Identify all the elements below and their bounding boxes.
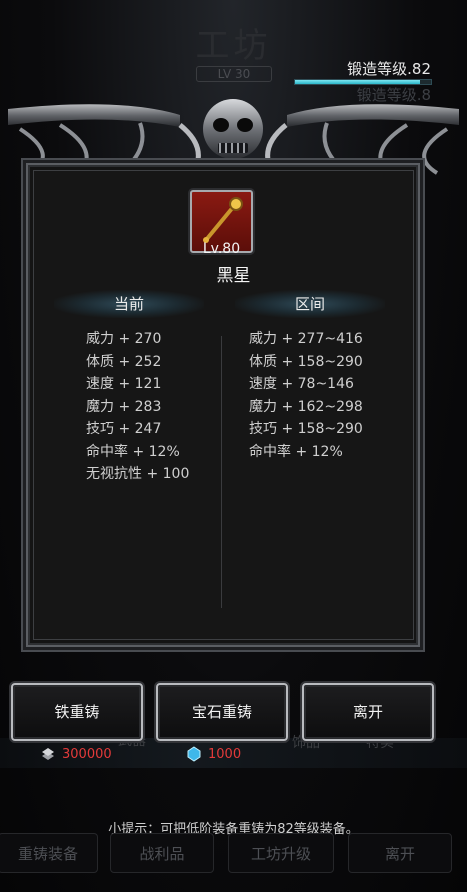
stat-line: 命中率 + 12%: [86, 443, 180, 460]
iron-ingot-icon: [42, 748, 54, 760]
tab-recast-equipment[interactable]: 重铸装备: [0, 833, 98, 873]
gem-cost: 1000: [208, 747, 242, 762]
gem-recast-button[interactable]: 宝石重铸: [156, 683, 288, 741]
background-level: LV 30: [196, 66, 272, 82]
range-column-header: 区间: [235, 290, 385, 318]
stat-line: 命中率 + 12%: [249, 443, 343, 460]
stat-line: 魔力 + 283: [86, 398, 162, 415]
stat-line: 技巧 + 247: [86, 421, 162, 437]
current-stats-list: 威力 + 270 体质 + 252 速度 + 121 魔力 + 283 技巧 +…: [86, 328, 189, 486]
current-column-header: 当前: [54, 290, 204, 318]
tab-leave[interactable]: 离开: [348, 833, 452, 873]
stat-line: 速度 + 78~146: [249, 376, 354, 392]
stat-line: 威力 + 277~416: [249, 331, 363, 347]
stat-line: 体质 + 252: [86, 353, 162, 370]
stat-line: 威力 + 270: [86, 331, 162, 347]
stat-line: 魔力 + 162~298: [249, 398, 363, 415]
iron-recast-button[interactable]: 铁重铸: [11, 683, 143, 741]
column-divider: [221, 336, 222, 608]
stat-line: 技巧 + 158~290: [249, 421, 363, 437]
stat-line: 速度 + 121: [86, 376, 162, 392]
forge-level-label: 锻造等级.82: [347, 60, 431, 78]
iron-cost: 300000: [62, 747, 112, 762]
gem-icon: [187, 746, 201, 762]
leave-button[interactable]: 离开: [302, 683, 434, 741]
stat-line: 体质 + 158~290: [249, 353, 363, 370]
tab-workshop-upgrade[interactable]: 工坊升级: [228, 833, 334, 873]
stat-line: 无视抗性 + 100: [86, 466, 190, 482]
item-name: 黑星: [216, 266, 251, 286]
range-stats-list: 威力 + 277~416 体质 + 158~290 速度 + 78~146 魔力…: [249, 328, 363, 463]
item-level: Lv.80: [202, 241, 241, 257]
tab-loot[interactable]: 战利品: [110, 833, 214, 873]
